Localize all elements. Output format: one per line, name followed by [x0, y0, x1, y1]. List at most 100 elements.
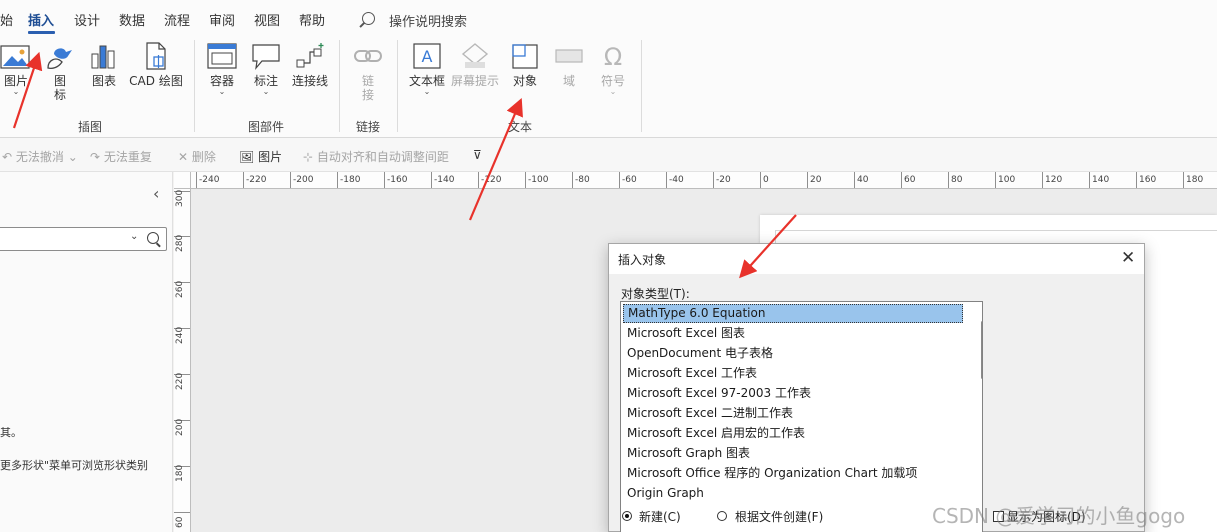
- bird-leaf-icon: [47, 48, 72, 69]
- object-type-item[interactable]: Microsoft Excel 97-2003 工作表: [623, 384, 963, 403]
- tab-insert[interactable]: 插入: [28, 10, 54, 29]
- ruler-tick: [619, 172, 620, 188]
- delete-button[interactable]: ✕ 删除: [178, 148, 216, 165]
- create-new-radio[interactable]: [622, 511, 632, 521]
- tell-me-search[interactable]: 操作说明搜索: [389, 11, 467, 30]
- object-type-item[interactable]: Microsoft Excel 二进制工作表: [623, 404, 963, 423]
- callout-label: 标注: [253, 74, 278, 88]
- customize-toolbar-button[interactable]: ⊽: [473, 148, 482, 162]
- ruler-label: -20: [716, 175, 731, 185]
- undo-label: 无法撤消: [15, 150, 64, 164]
- ruler-tick: [1183, 172, 1184, 188]
- chart-label: 图表: [91, 74, 116, 88]
- tab-process[interactable]: 流程: [164, 10, 190, 29]
- ruler-label: -40: [669, 175, 684, 185]
- ruler-label: -60: [622, 175, 637, 185]
- ruler-tick: [243, 172, 244, 188]
- shapes-search-input[interactable]: ⌄: [0, 227, 167, 251]
- picture-button[interactable]: 图片 ⌄: [0, 42, 32, 96]
- ruler-label: 300: [175, 189, 185, 207]
- ruler-tick: [174, 512, 190, 513]
- object-type-listbox[interactable]: MathType 6.0 Equation Microsoft Excel 图表 O…: [620, 301, 983, 532]
- ruler-label: -220: [246, 175, 267, 185]
- ruler-tick: [948, 172, 949, 188]
- undo-button[interactable]: ↶ 无法撤消 ⌄: [2, 148, 78, 165]
- object-type-item[interactable]: Microsoft Excel 启用宏的工作表: [623, 424, 963, 443]
- search-icon[interactable]: [147, 232, 159, 244]
- tab-design[interactable]: 设计: [74, 10, 100, 29]
- link-button[interactable]: 链 接: [352, 42, 384, 102]
- pane-hint-text-1: 其。: [0, 426, 22, 439]
- callout-icon: [252, 44, 280, 70]
- object-type-item[interactable]: Microsoft Excel 图表: [623, 324, 963, 343]
- listbox-scrollbar-thumb[interactable]: [981, 321, 982, 379]
- chevron-down-icon[interactable]: ⌄: [130, 231, 138, 242]
- ribbon: 图片 ⌄ 图 标 图表 CAD 绘图 插图 容器 ⌄ 标注 ⌄ 连接线 图部件 …: [0, 36, 1217, 138]
- picture-icon: [0, 45, 30, 69]
- insert-object-dialog: 插入对象 ✕ 对象类型(T): MathType 6.0 Equation Mic…: [608, 243, 1145, 532]
- object-type-item[interactable]: Microsoft Excel 工作表: [623, 364, 963, 383]
- create-from-file-label[interactable]: 根据文件创建(F): [735, 508, 823, 525]
- collapse-pane-icon[interactable]: ‹: [153, 184, 159, 203]
- object-type-item[interactable]: Microsoft Office 程序的 Organization Chart …: [623, 464, 963, 483]
- auto-align-label: 自动对齐和自动调整间距: [316, 150, 449, 164]
- symbol-button[interactable]: Ω 符号 ⌄: [596, 42, 630, 96]
- icons-label-1: 图: [53, 74, 66, 88]
- create-from-file-radio[interactable]: [717, 511, 727, 521]
- object-type-item[interactable]: OpenDocument 电子表格: [623, 344, 963, 363]
- tab-home[interactable]: 始: [0, 10, 13, 29]
- chevron-down-icon: ⌄: [12, 87, 20, 96]
- ruler-label: 100: [998, 175, 1016, 185]
- textbox-label: 文本框: [408, 74, 445, 88]
- chart-button[interactable]: 图表: [88, 42, 120, 88]
- active-tab-indicator: [28, 31, 55, 34]
- close-icon[interactable]: ✕: [1121, 248, 1135, 268]
- ruler-tick: [572, 172, 573, 188]
- vertical-ruler: 300 280 260 240 220 200 180 60: [174, 189, 191, 532]
- icons-button[interactable]: 图 标: [44, 42, 76, 102]
- tab-view[interactable]: 视图: [254, 10, 280, 29]
- ruler-tick: [478, 172, 479, 188]
- ruler-label: -100: [528, 175, 549, 185]
- link-icon: [354, 50, 382, 62]
- ruler-label: -120: [481, 175, 502, 185]
- dialog-titlebar: 插入对象 ✕: [609, 244, 1144, 274]
- omega-icon: Ω: [604, 43, 622, 70]
- redo-label: 无法重复: [103, 150, 152, 164]
- tab-data[interactable]: 数据: [119, 10, 145, 29]
- object-button[interactable]: 对象: [507, 42, 543, 88]
- ruler-label: 20: [810, 175, 822, 185]
- textbox-button[interactable]: A 文本框 ⌄: [406, 42, 448, 96]
- quick-picture-button[interactable]: 🖼 图片: [239, 148, 282, 165]
- object-icon: [512, 44, 538, 69]
- ruler-label: -200: [293, 175, 314, 185]
- search-icon[interactable]: [362, 12, 375, 25]
- horizontal-ruler: -240 -220 -200 -180 -160 -140 -120 -100 -80 -60 -4…: [174, 172, 1217, 189]
- cad-drawing-button[interactable]: CAD 绘图: [128, 42, 184, 88]
- tab-review[interactable]: 审阅: [209, 10, 235, 29]
- callout-button[interactable]: 标注 ⌄: [249, 42, 283, 96]
- object-type-item[interactable]: Microsoft Graph 图表: [623, 444, 963, 463]
- ruler-label: -80: [575, 175, 590, 185]
- field-button[interactable]: 域: [553, 42, 585, 88]
- object-type-item[interactable]: Origin Graph: [623, 484, 963, 503]
- ruler-tick: [854, 172, 855, 188]
- svg-text:Ω: Ω: [604, 43, 622, 70]
- ruler-tick: [995, 172, 996, 188]
- link-label-2: 接: [361, 88, 374, 102]
- redo-button[interactable]: ↷ 无法重复: [90, 148, 152, 165]
- ruler-label: 60: [175, 516, 185, 528]
- ruler-label: 220: [175, 372, 185, 390]
- auto-align-button[interactable]: ⊹ 自动对齐和自动调整间距: [303, 148, 449, 165]
- create-new-label[interactable]: 新建(C): [639, 508, 681, 525]
- ruler-tick: [713, 172, 714, 188]
- ruler-corner: [174, 172, 191, 189]
- field-icon: [555, 49, 583, 63]
- tab-help[interactable]: 帮助: [299, 10, 325, 29]
- screentip-button[interactable]: 屏幕提示: [449, 42, 501, 88]
- ruler-tick: [384, 172, 385, 188]
- connector-button[interactable]: 连接线: [290, 42, 330, 88]
- link-label-1: 链: [361, 74, 374, 88]
- object-type-item[interactable]: MathType 6.0 Equation: [623, 304, 963, 323]
- container-button[interactable]: 容器 ⌄: [205, 42, 239, 96]
